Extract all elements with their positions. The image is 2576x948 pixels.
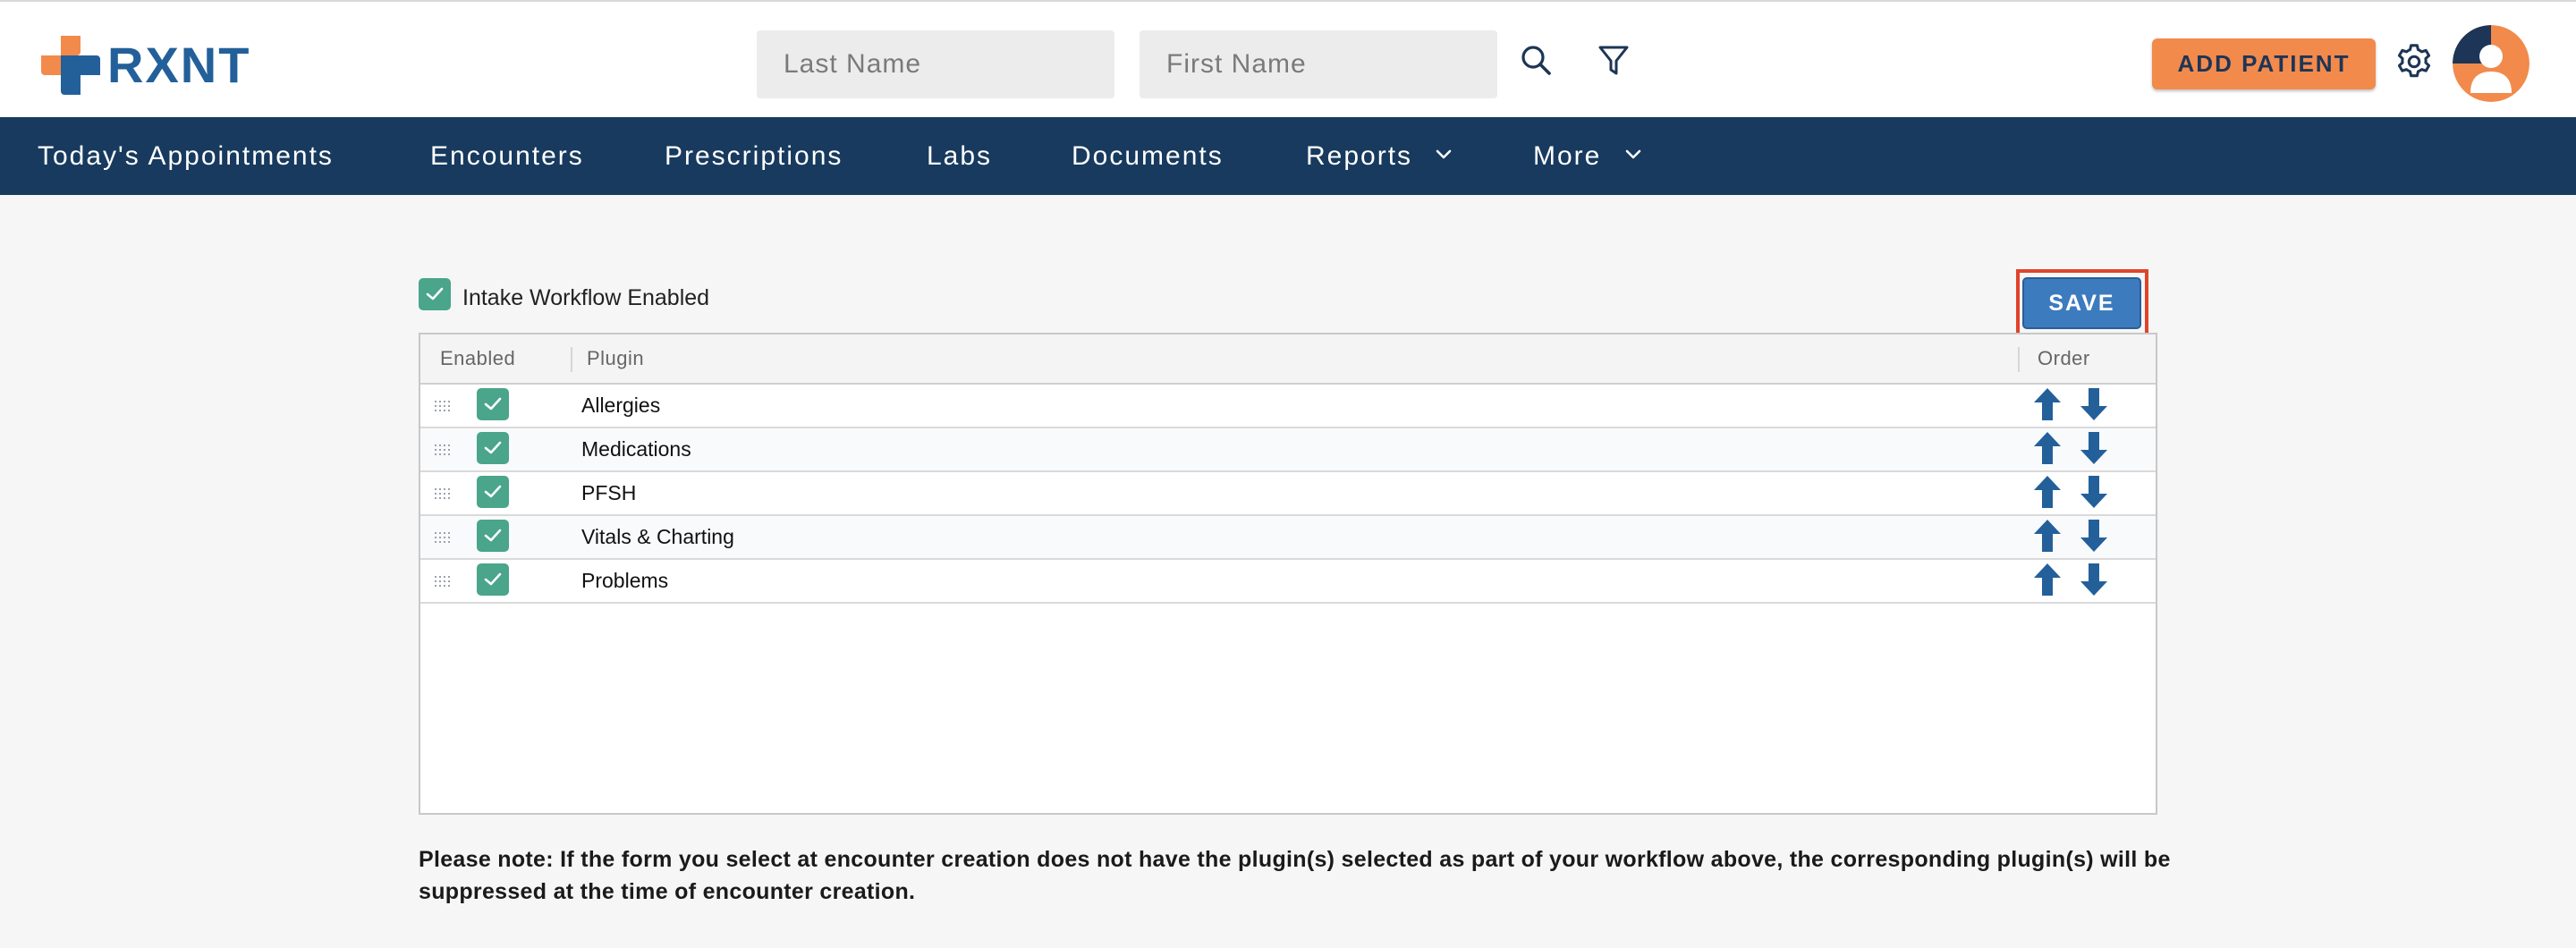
filter-icon[interactable] bbox=[1592, 39, 1635, 82]
column-divider bbox=[571, 347, 572, 372]
intake-workflow-checkbox[interactable] bbox=[419, 278, 451, 310]
column-header-enabled: Enabled bbox=[440, 347, 516, 369]
brand-name: RXNT bbox=[107, 37, 251, 93]
plugin-name: Vitals & Charting bbox=[581, 525, 734, 548]
column-header-plugin: Plugin bbox=[587, 347, 645, 369]
arrow-up-icon[interactable] bbox=[2032, 431, 2063, 465]
chevron-down-icon bbox=[1625, 149, 1641, 159]
arrow-down-icon[interactable] bbox=[2079, 475, 2109, 509]
table-row[interactable]: Medications bbox=[420, 428, 2156, 472]
arrow-up-icon[interactable] bbox=[2032, 475, 2063, 509]
drag-handle-icon[interactable] bbox=[435, 575, 453, 588]
nav-label: Today's Appointments bbox=[38, 141, 334, 171]
intake-workflow-label: Intake Workflow Enabled bbox=[462, 285, 710, 310]
plugin-enabled-checkbox[interactable] bbox=[477, 563, 509, 596]
nav-labs[interactable]: Labs bbox=[927, 117, 992, 195]
table-row[interactable]: Vitals & Charting bbox=[420, 516, 2156, 560]
nav-todays-appointments[interactable]: Today's Appointments bbox=[38, 117, 334, 195]
nav-encounters[interactable]: Encounters bbox=[430, 117, 584, 195]
plugin-name: Allergies bbox=[581, 394, 661, 417]
drag-handle-icon[interactable] bbox=[435, 444, 453, 456]
table-row[interactable]: Allergies bbox=[420, 385, 2156, 428]
arrow-up-icon[interactable] bbox=[2032, 563, 2063, 597]
nav-label: Labs bbox=[927, 141, 993, 171]
save-button[interactable]: SAVE bbox=[2022, 277, 2141, 329]
column-header-order: Order bbox=[2038, 347, 2090, 369]
drag-handle-icon[interactable] bbox=[435, 487, 453, 500]
chevron-down-icon bbox=[1436, 149, 1452, 159]
main-nav: Today's Appointments Encounters Prescrip… bbox=[0, 117, 2576, 195]
avatar-person-icon bbox=[2453, 25, 2529, 102]
arrow-down-icon[interactable] bbox=[2079, 563, 2109, 597]
top-header: RXNT ADD PATIENT bbox=[0, 0, 2576, 117]
nav-label: Prescriptions bbox=[665, 141, 843, 171]
table-row[interactable]: Problems bbox=[420, 560, 2156, 604]
rxnt-logo[interactable]: RXNT bbox=[41, 34, 250, 97]
plugin-table: Enabled Plugin Order Allergies Medicatio… bbox=[419, 333, 2157, 815]
plugin-name: PFSH bbox=[581, 481, 637, 504]
column-divider bbox=[2018, 347, 2020, 372]
plugin-suppression-note: Please note: If the form you select at e… bbox=[419, 847, 2171, 904]
arrow-down-icon[interactable] bbox=[2079, 387, 2109, 421]
user-avatar[interactable] bbox=[2453, 25, 2529, 102]
arrow-up-icon[interactable] bbox=[2032, 387, 2063, 421]
logo-cross-icon bbox=[41, 36, 100, 95]
table-row[interactable]: PFSH bbox=[420, 472, 2156, 516]
drag-handle-icon[interactable] bbox=[435, 400, 453, 412]
nav-documents[interactable]: Documents bbox=[1072, 117, 1224, 195]
plugin-name: Problems bbox=[581, 569, 669, 592]
arrow-down-icon[interactable] bbox=[2079, 431, 2109, 465]
plugin-enabled-checkbox[interactable] bbox=[477, 476, 509, 508]
last-name-input[interactable] bbox=[757, 30, 1114, 98]
table-header: Enabled Plugin Order bbox=[420, 334, 2156, 385]
search-icon[interactable] bbox=[1515, 39, 1558, 82]
nav-label: Encounters bbox=[430, 141, 584, 171]
nav-label: Documents bbox=[1072, 141, 1224, 171]
nav-more[interactable]: More bbox=[1533, 117, 1641, 195]
nav-label: More bbox=[1533, 141, 1602, 171]
gear-icon[interactable] bbox=[2394, 41, 2435, 82]
plugin-enabled-checkbox[interactable] bbox=[477, 388, 509, 420]
nav-label: Reports bbox=[1306, 141, 1413, 171]
add-patient-button[interactable]: ADD PATIENT bbox=[2152, 38, 2376, 89]
plugin-name: Medications bbox=[581, 437, 691, 461]
plugin-enabled-checkbox[interactable] bbox=[477, 432, 509, 464]
nav-prescriptions[interactable]: Prescriptions bbox=[665, 117, 843, 195]
first-name-input[interactable] bbox=[1140, 30, 1497, 98]
plugin-enabled-checkbox[interactable] bbox=[477, 520, 509, 552]
nav-reports[interactable]: Reports bbox=[1306, 117, 1452, 195]
drag-handle-icon[interactable] bbox=[435, 531, 453, 544]
arrow-down-icon[interactable] bbox=[2079, 519, 2109, 553]
arrow-up-icon[interactable] bbox=[2032, 519, 2063, 553]
